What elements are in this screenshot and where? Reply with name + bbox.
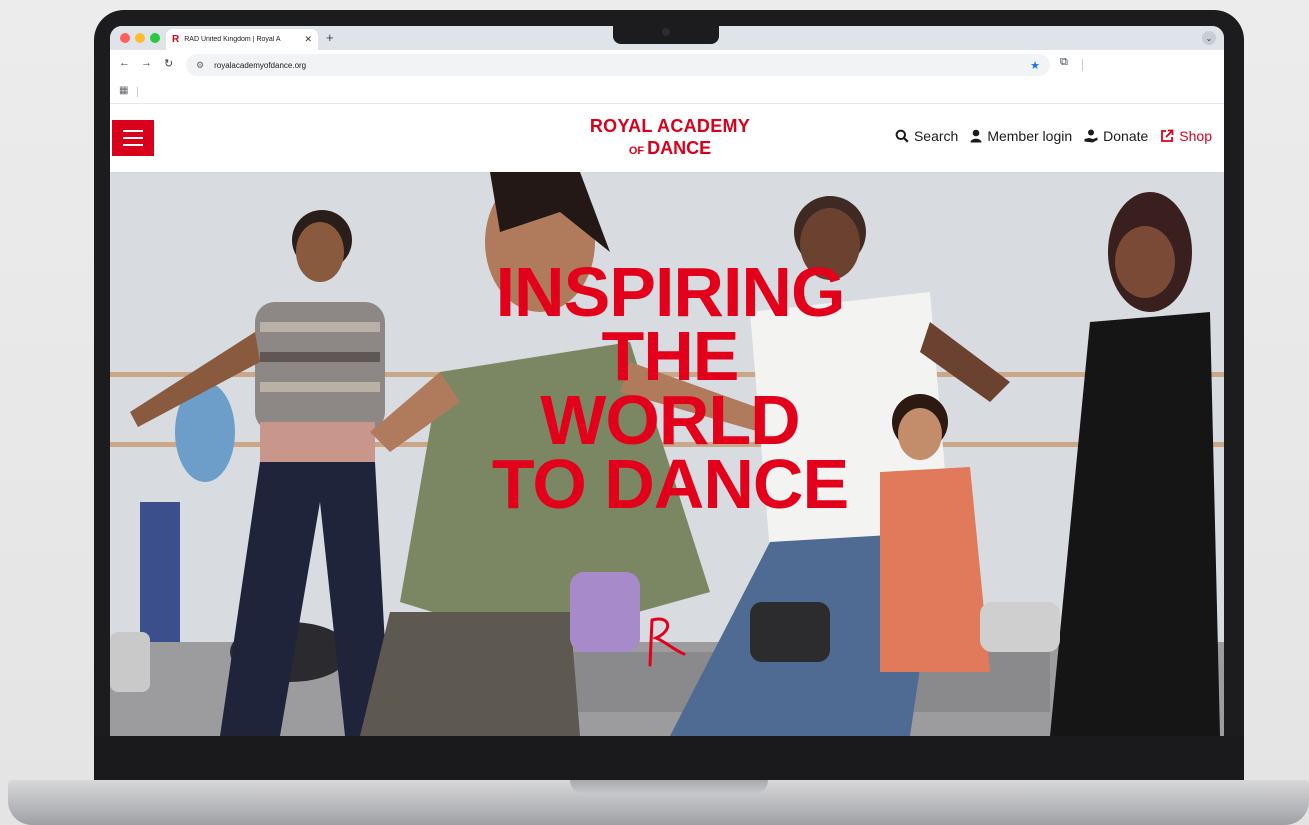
member-login-label: Member login xyxy=(987,128,1073,144)
bookmark-divider xyxy=(137,87,138,97)
member-login-link[interactable]: Member login xyxy=(970,128,1072,144)
browser-toolbar: ← → ↻ ⚙ royalacademyofdance.org ★ ⧉ xyxy=(110,50,1224,80)
toolbar-divider xyxy=(1082,59,1083,71)
logo-of: OF xyxy=(628,145,645,157)
site-header: ROYAL ACADEMY OF DANCE Search Member logi… xyxy=(110,104,1224,172)
tab-search-button[interactable]: ⌄ xyxy=(1202,31,1216,45)
rad-signature-logo xyxy=(648,617,686,667)
search-icon xyxy=(895,129,909,143)
camera-notch xyxy=(613,22,719,44)
bookmark-bar: ▦ xyxy=(110,80,1224,104)
donate-label: Donate xyxy=(1103,128,1149,144)
star-icon[interactable]: ★ xyxy=(1030,59,1040,72)
logo-line1: ROYAL ACADEMY xyxy=(589,116,751,136)
menu-button[interactable] xyxy=(112,120,154,156)
reload-icon[interactable]: ↻ xyxy=(164,57,173,70)
tab-title: RAD United Kingdom | Royal A xyxy=(184,36,281,43)
site-info-icon[interactable]: ⚙ xyxy=(196,60,204,71)
donate-icon xyxy=(1084,129,1098,143)
tab-favicon-icon: R xyxy=(172,34,180,45)
address-bar[interactable]: ⚙ royalacademyofdance.org ★ xyxy=(186,54,1050,76)
chevron-down-icon: ⌄ xyxy=(1205,33,1213,43)
tab-close-icon[interactable]: ✕ xyxy=(304,34,312,45)
url-text[interactable]: royalacademyofdance.org xyxy=(214,61,1030,70)
hero-heading-line: WORLD xyxy=(540,381,800,459)
camera-icon xyxy=(662,28,670,36)
back-arrow-icon[interactable]: ← xyxy=(119,57,130,69)
menu-icon-line xyxy=(123,137,143,139)
menu-icon-line xyxy=(123,130,143,132)
forward-arrow-icon[interactable]: → xyxy=(141,57,152,69)
logo-line2: DANCE xyxy=(647,138,712,158)
site-logo[interactable]: ROYAL ACADEMY OF DANCE xyxy=(565,115,775,162)
hero-section: INSPIRING THE WORLD TO DANCE xyxy=(110,172,1224,736)
hero-heading-line: THE xyxy=(601,317,740,395)
external-link-icon xyxy=(1161,129,1174,142)
new-tab-button[interactable]: + xyxy=(326,30,334,45)
header-nav: Search Member login Donate Shop xyxy=(895,128,1212,144)
logo-line2-wrapper: OF DANCE xyxy=(565,137,775,162)
hero-heading-line: INSPIRING xyxy=(495,253,846,331)
window-minimize-button[interactable] xyxy=(135,33,145,43)
extensions-icon[interactable]: ⧉ xyxy=(1060,56,1068,69)
search-label: Search xyxy=(913,128,959,144)
laptop-chin xyxy=(94,736,1244,780)
donate-link[interactable]: Donate xyxy=(1084,128,1148,144)
window-maximize-button[interactable] xyxy=(150,33,160,43)
hero-heading: INSPIRING THE WORLD TO DANCE xyxy=(440,253,900,523)
shop-label: Shop xyxy=(1179,128,1212,144)
window-close-button[interactable] xyxy=(120,33,130,43)
shop-link[interactable]: Shop xyxy=(1160,128,1212,144)
laptop-base xyxy=(8,780,1309,825)
apps-icon[interactable]: ▦ xyxy=(119,85,128,96)
laptop-base-notch xyxy=(570,780,768,794)
menu-icon-line xyxy=(123,144,143,146)
search-link[interactable]: Search xyxy=(895,128,958,144)
user-icon xyxy=(970,129,982,143)
laptop-screen: R RAD United Kingdom | Royal A ✕ + ⌄ ← →… xyxy=(110,26,1224,736)
hero-heading-line: TO DANCE xyxy=(491,445,849,523)
browser-tab[interactable]: R RAD United Kingdom | Royal A ✕ xyxy=(166,29,318,50)
